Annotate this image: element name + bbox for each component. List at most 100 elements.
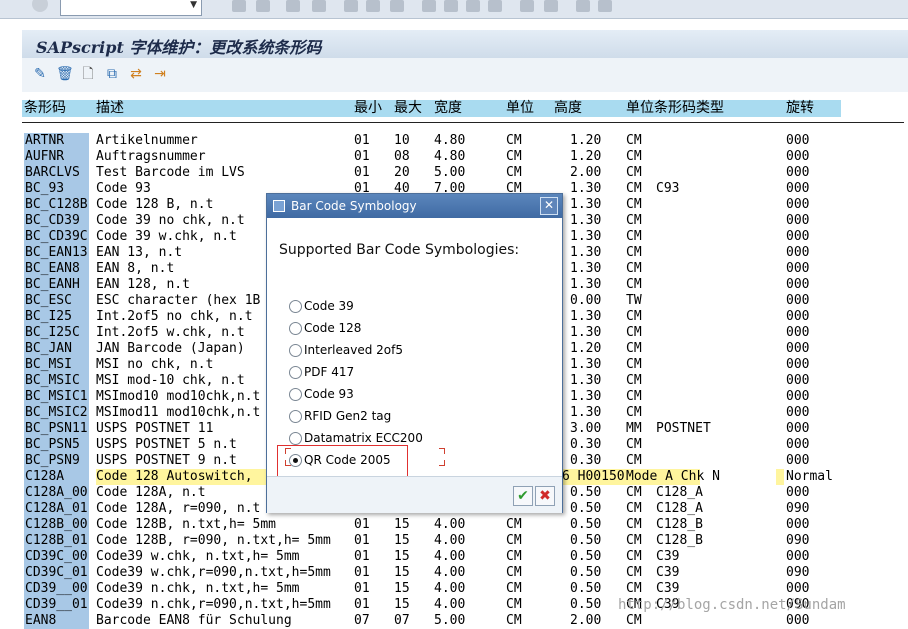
cell-height: 1.30 bbox=[570, 229, 602, 244]
prev-page-icon[interactable] bbox=[444, 0, 458, 12]
find-next-icon[interactable] bbox=[390, 0, 404, 12]
cell-unit2: CM bbox=[626, 309, 642, 324]
cell-unit: CM bbox=[506, 581, 522, 596]
cell-code[interactable]: BC_MSIC1 bbox=[24, 389, 89, 405]
table-row[interactable]: CD39__00 Code39 n.chk, n.txt,h= 5mm 01 15 4.… bbox=[0, 581, 908, 597]
cell-height: 1.30 bbox=[570, 325, 602, 340]
export-icon[interactable]: ⇥ bbox=[152, 66, 168, 82]
cell-code[interactable]: C128A bbox=[24, 469, 89, 485]
table-row[interactable]: C128B_01 Code 128B, r=090, n.txt,h= 5mm 01… bbox=[0, 533, 908, 549]
cell-unit2: CM bbox=[626, 341, 642, 356]
new-session-icon[interactable] bbox=[520, 0, 534, 12]
cell-code[interactable]: BARCLVS bbox=[24, 165, 89, 181]
cell-code[interactable]: BC_MSIC2 bbox=[24, 405, 89, 421]
column-header-min: 最小 bbox=[354, 100, 382, 116]
cell-code[interactable]: C128B_01 bbox=[24, 533, 89, 549]
cell-height: 1.20 bbox=[570, 341, 602, 356]
cell-code[interactable]: BC_MSI bbox=[24, 357, 89, 373]
cell-unit2: CM bbox=[626, 229, 642, 244]
cell-height: 0.30 bbox=[570, 437, 602, 452]
cell-code[interactable]: BC_CD39C bbox=[24, 229, 89, 245]
copy-icon[interactable]: ⧉ bbox=[104, 66, 120, 82]
radio-button[interactable] bbox=[289, 322, 302, 335]
cell-code[interactable]: BC_JAN bbox=[24, 341, 89, 357]
cell-code[interactable]: BC_CD39 bbox=[24, 213, 89, 229]
cell-rot: 000 bbox=[786, 517, 810, 532]
cell-desc: JAN Barcode (Japan) bbox=[96, 341, 245, 356]
table-row[interactable]: CD39C_00 Code39 w.chk, n.txt,h= 5mm 01 15 4.… bbox=[0, 549, 908, 565]
cell-code[interactable]: BC_93 bbox=[24, 181, 89, 197]
cell-desc: MSImod11 mod10chk,n.t bbox=[96, 405, 261, 420]
find-icon[interactable] bbox=[366, 0, 380, 12]
shortcut-icon[interactable] bbox=[544, 0, 558, 12]
cell-code[interactable]: BC_EAN13 bbox=[24, 245, 89, 261]
cell-code[interactable]: CD39C_00 bbox=[24, 549, 89, 565]
new-document-icon[interactable]: 🗋 bbox=[80, 66, 96, 82]
chevron-down-icon[interactable]: ▼ bbox=[190, 0, 197, 10]
save-icon[interactable] bbox=[232, 0, 246, 12]
cell-code[interactable]: BC_EANH bbox=[24, 277, 89, 293]
radio-button[interactable] bbox=[289, 366, 302, 379]
first-page-icon[interactable] bbox=[422, 0, 436, 12]
exit-icon[interactable] bbox=[286, 0, 300, 12]
edit-pencil-icon[interactable]: ✎ bbox=[32, 66, 48, 82]
cell-code[interactable]: C128A_01 bbox=[24, 501, 89, 517]
table-row[interactable]: CD39C_01 Code39 w.chk,r=090,n.txt,h=5mm 01… bbox=[0, 565, 908, 581]
cell-code[interactable]: BC_PSN5 bbox=[24, 437, 89, 453]
cell-unit2: TW bbox=[626, 293, 642, 308]
layout-icon[interactable] bbox=[598, 0, 612, 12]
cell-code[interactable]: C128B_00 bbox=[24, 517, 89, 533]
back-icon[interactable] bbox=[256, 0, 270, 12]
radio-label: Interleaved 2of5 bbox=[304, 343, 403, 357]
cell-code[interactable]: BC_MSIC bbox=[24, 373, 89, 389]
cell-unit2: CM bbox=[626, 565, 642, 580]
print-icon[interactable] bbox=[344, 0, 358, 12]
cell-desc: EAN 13, n.t bbox=[96, 245, 183, 260]
close-icon[interactable]: ✕ bbox=[540, 197, 558, 215]
enter-icon[interactable] bbox=[32, 0, 48, 12]
cell-min: 01 bbox=[354, 581, 370, 596]
cell-unit2: CM bbox=[626, 373, 642, 388]
table-row[interactable]: C128B_00 Code 128B, n.txt,h= 5mm 01 15 4.00 C… bbox=[0, 517, 908, 533]
cell-code[interactable]: C128A_00 bbox=[24, 485, 89, 501]
cell-code[interactable]: AUFNR bbox=[24, 149, 89, 165]
delete-trash-icon[interactable]: 🗑 bbox=[56, 66, 74, 82]
confirm-button[interactable]: ✔ bbox=[513, 486, 533, 506]
cell-code[interactable]: BC_I25 bbox=[24, 309, 89, 325]
table-row[interactable]: AUFNR Auftragsnummer 01 08 4.80 CM 1.20 CM 000 bbox=[0, 149, 908, 165]
cell-unit2: Mode A Chk N bbox=[626, 469, 720, 484]
radio-button[interactable] bbox=[289, 300, 302, 313]
cell-code[interactable]: ARTNR bbox=[24, 133, 89, 149]
last-page-icon[interactable] bbox=[488, 0, 502, 12]
cell-code[interactable]: CD39__00 bbox=[24, 581, 89, 597]
cancel-icon[interactable] bbox=[312, 0, 326, 12]
cell-code[interactable]: BC_PSN11 bbox=[24, 421, 89, 437]
transport-icon[interactable]: ⇄ bbox=[128, 66, 144, 82]
table-row[interactable]: ARTNR Artikelnummer 01 10 4.80 CM 1.20 CM 000 bbox=[0, 133, 908, 149]
cell-code[interactable]: BC_C128B bbox=[24, 197, 89, 213]
cell-unit: CM bbox=[506, 533, 522, 548]
cell-height: 1.30 bbox=[570, 261, 602, 276]
cell-code[interactable]: BC_EAN8 bbox=[24, 261, 89, 277]
cell-code[interactable]: CD39C_01 bbox=[24, 565, 89, 581]
cell-height: 1.30 bbox=[570, 181, 602, 196]
radio-button[interactable] bbox=[289, 344, 302, 357]
cell-unit2: CM bbox=[626, 549, 642, 564]
next-page-icon[interactable] bbox=[466, 0, 480, 12]
command-field[interactable]: ▼ bbox=[60, 0, 202, 16]
cell-code[interactable]: BC_PSN9 bbox=[24, 453, 89, 469]
radio-button[interactable] bbox=[289, 432, 302, 445]
table-row[interactable]: BARCLVS Test Barcode im LVS 01 20 5.00 CM 2.00… bbox=[0, 165, 908, 181]
cell-code[interactable]: CD39__01 bbox=[24, 597, 89, 613]
cell-desc: EAN 128, n.t bbox=[96, 277, 190, 292]
radio-button[interactable] bbox=[289, 410, 302, 423]
cell-code[interactable]: BC_I25C bbox=[24, 325, 89, 341]
cell-code[interactable]: BC_ESC bbox=[24, 293, 89, 309]
cell-height: 0.50 bbox=[570, 597, 602, 612]
cell-desc: Test Barcode im LVS bbox=[96, 165, 245, 180]
radio-button[interactable] bbox=[289, 388, 302, 401]
cancel-button[interactable]: ✖ bbox=[535, 486, 555, 506]
cell-unit: CM bbox=[506, 549, 522, 564]
help-icon[interactable] bbox=[576, 0, 590, 12]
cell-unit2: CM bbox=[626, 245, 642, 260]
